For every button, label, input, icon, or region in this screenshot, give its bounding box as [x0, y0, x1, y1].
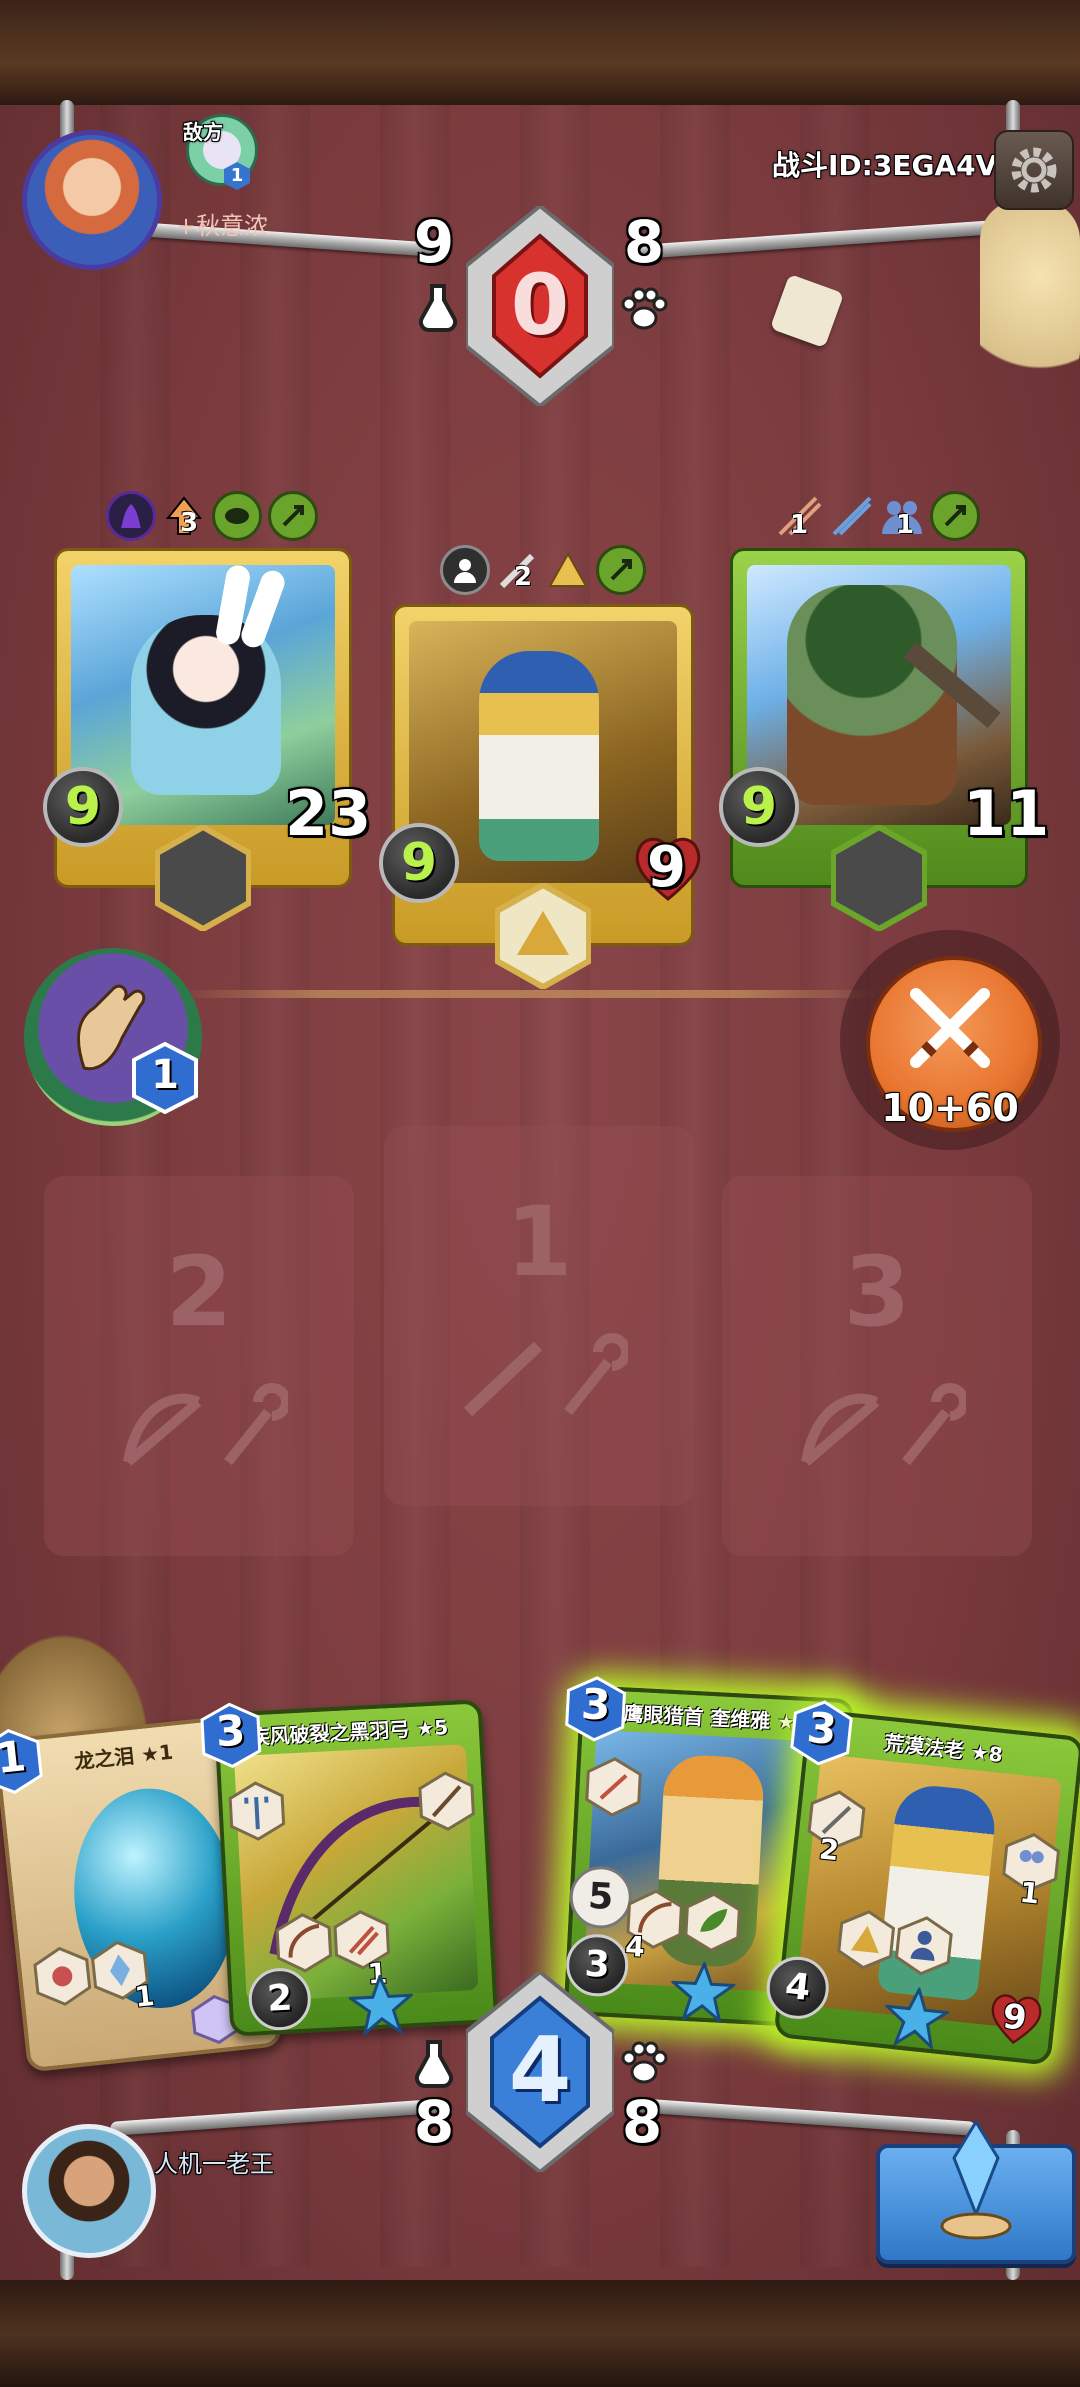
- claw-icon: 1: [776, 494, 824, 540]
- crossed-swords-icon: [910, 988, 990, 1068]
- arrow-hex-icon: [418, 1771, 475, 1831]
- enemy-stat-right: 8: [623, 208, 665, 276]
- star-icon: [669, 1960, 737, 2024]
- enemy-card-rabbit[interactable]: 9 23: [43, 548, 371, 931]
- heart-hex-icon: [33, 1946, 92, 2006]
- star-icon: [883, 1985, 952, 2051]
- sword-staff-icon: [463, 1333, 628, 1417]
- pyramid-hex-icon: [837, 1910, 896, 1970]
- enemy-name: +秋意浓: [176, 212, 269, 240]
- player-stat-right: 8: [621, 2088, 663, 2156]
- battle-id: 战斗ID:3EGA4V: [772, 149, 998, 182]
- player-energy: 4: [508, 2018, 572, 2123]
- hand-card-3-stat: 4: [624, 1929, 646, 1964]
- gear-icon: [1011, 147, 1057, 193]
- paw-icon: [620, 2040, 668, 2086]
- enemy-card-3-traits: 1 1: [776, 490, 980, 542]
- hand-card-4-hp: 9: [1000, 1996, 1029, 2039]
- arrow-trait-icon: [268, 491, 318, 541]
- enemy-tag: 敌方: [183, 120, 223, 144]
- bow-staff-icon: [801, 1383, 966, 1466]
- hand-card-1-cost: 1: [0, 1731, 29, 1783]
- enemy-avatar[interactable]: [22, 130, 162, 270]
- enemy-card-1-hp: 23: [285, 777, 372, 850]
- player-energy-gem: 4: [464, 1969, 616, 2175]
- board-divider: [180, 990, 880, 998]
- enemy-card-hunter[interactable]: 9 11: [719, 548, 1049, 931]
- crystal-icon: [940, 2119, 1012, 2240]
- enemy-card-1-traits: 3: [106, 490, 318, 542]
- person-icon: [440, 545, 490, 595]
- hand-card-4-stat: 2: [817, 1832, 841, 1868]
- hood-icon: [106, 491, 156, 541]
- mask-icon: [212, 491, 262, 541]
- trident-hex-icon: [228, 1781, 286, 1841]
- enemy-card-3-hp: 11: [963, 777, 1050, 850]
- pyramid-shield-icon: [495, 883, 591, 989]
- star-icon: [347, 1973, 415, 2037]
- arrow-trait-icon: [596, 545, 646, 595]
- attack-button[interactable]: 10+60: [840, 930, 1060, 1150]
- enemy-card-2-attack: 9: [379, 823, 459, 903]
- shield-slot-icon: [831, 825, 927, 931]
- enemy-card-3-attack: 9: [719, 767, 799, 847]
- bow-staff-icon: [123, 1383, 288, 1466]
- group-icon: 1: [880, 494, 924, 540]
- top-wood-rail: [0, 0, 1080, 105]
- hand-card-4-stat2: 1: [1018, 1875, 1042, 1911]
- pyramid-icon: [546, 548, 590, 592]
- flask-icon: [414, 2038, 454, 2089]
- arrows-icon: [830, 494, 874, 538]
- play-slot-3[interactable]: 3: [722, 1176, 1032, 1556]
- upgrade-icon: 3: [162, 494, 206, 538]
- hand-card-desert-pharaoh[interactable]: 荒漠法老 ★8 3 2 1 4 9: [763, 1700, 1080, 2066]
- enemy-card-2-traits: 2: [440, 544, 646, 596]
- bow-hex-icon: [275, 1913, 333, 1973]
- skill-button[interactable]: 1: [24, 948, 202, 1126]
- enemy-card-pharaoh[interactable]: 9 9: [379, 604, 701, 989]
- settings-button[interactable]: [994, 130, 1074, 210]
- leaf-hex-icon: [684, 1892, 741, 1952]
- hand-card-1-stat: 1: [133, 1978, 156, 2014]
- arrow-trait-icon: [930, 491, 980, 541]
- play-slot-2[interactable]: 2: [44, 1176, 354, 1556]
- bottom-wood-rail: [0, 2280, 1080, 2387]
- player-stat-left: 8: [413, 2088, 455, 2156]
- end-turn-button[interactable]: [876, 2119, 1076, 2264]
- hand-card-4-cost: 3: [804, 1702, 840, 1755]
- attack-label: 10+60: [881, 1086, 1019, 1130]
- sword-trait-icon: 2: [496, 548, 540, 592]
- flask-icon: [418, 282, 458, 333]
- enemy-energy: 0: [510, 256, 570, 354]
- hand-card-black-bow[interactable]: 疾风破裂之黑羽弓 ★5 3 1 2: [200, 1699, 499, 2037]
- shield-slot-icon: [155, 825, 251, 931]
- play-slot-1[interactable]: 1: [384, 1126, 694, 1506]
- hand-card-3-cost: 3: [579, 1679, 612, 1730]
- person-hex-icon: [894, 1916, 953, 1976]
- enemy-stat-left: 9: [413, 208, 455, 276]
- player-avatar[interactable]: [22, 2124, 156, 2258]
- enemy-card-2-hp: 9: [647, 835, 686, 900]
- enemy-card-1-attack: 9: [43, 767, 123, 847]
- skill-cost: 1: [151, 1052, 179, 1098]
- hand-card-2-cost: 3: [214, 1705, 247, 1757]
- cloud-decoration: [980, 200, 1080, 390]
- enemy-energy-gem: 0: [464, 203, 616, 409]
- paw-icon: [620, 286, 668, 332]
- player-name: 人机一老王: [154, 2150, 274, 2178]
- claw-hex-icon: [585, 1757, 642, 1817]
